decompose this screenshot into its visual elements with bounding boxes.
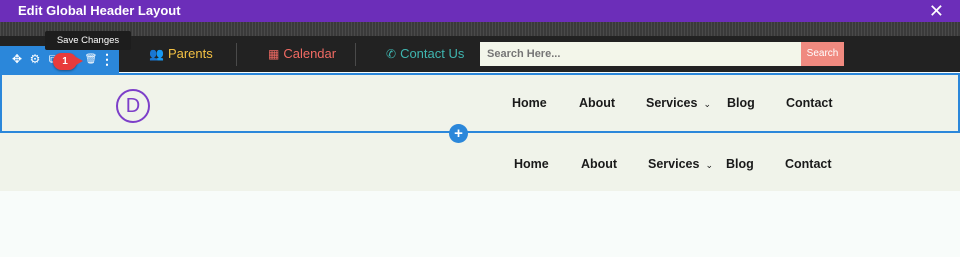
contact-us-link[interactable]: ✆ Contact Us	[386, 36, 464, 72]
nav-item-services-label: Services	[646, 96, 698, 110]
trash-icon[interactable]: 🗑	[84, 46, 98, 73]
nav-item-services-label: Services	[648, 157, 700, 171]
page-canvas	[0, 191, 960, 257]
nav-item-home[interactable]: Home	[512, 96, 547, 110]
nav-item-services[interactable]: Services ⌄	[646, 96, 711, 110]
modal-title: Edit Global Header Layout	[18, 3, 181, 18]
header-row-selected[interactable]: D Home About Services ⌄ Blog Contact	[0, 73, 960, 133]
search-input[interactable]	[480, 42, 801, 66]
calendar-icon: ▦	[268, 47, 280, 61]
close-icon[interactable]: ✕	[929, 0, 944, 22]
nav-item-about[interactable]: About	[581, 157, 617, 171]
nav-item-contact[interactable]: Contact	[786, 96, 833, 110]
nav-item-services[interactable]: Services ⌄	[648, 157, 713, 171]
nav-item-home[interactable]: Home	[514, 157, 549, 171]
users-icon: 👥	[149, 47, 164, 61]
nav-item-blog[interactable]: Blog	[727, 96, 755, 110]
gear-icon[interactable]: ⚙	[28, 46, 42, 73]
section-divider-stripe	[0, 22, 960, 36]
parents-link[interactable]: 👥 Parents	[149, 36, 213, 72]
nav-item-blog[interactable]: Blog	[726, 157, 754, 171]
move-icon[interactable]: ✥	[10, 46, 24, 73]
parents-link-label: Parents	[167, 46, 213, 61]
chevron-down-icon: ⌄	[705, 160, 713, 170]
topbar-separator	[236, 43, 237, 66]
header-row: Home About Services ⌄ Blog Contact	[0, 133, 960, 191]
modal-title-bar: Edit Global Header Layout ✕	[0, 0, 960, 22]
nav-item-about[interactable]: About	[579, 96, 615, 110]
divi-logo[interactable]: D	[116, 89, 150, 123]
nav-item-contact[interactable]: Contact	[785, 157, 832, 171]
search-button[interactable]: Search	[801, 42, 844, 66]
phone-icon: ✆	[386, 47, 397, 61]
topbar-separator	[355, 43, 356, 66]
chevron-down-icon: ⌄	[703, 99, 711, 109]
add-row-button[interactable]: +	[449, 124, 468, 143]
calendar-link[interactable]: ▦ Calendar	[268, 36, 336, 72]
save-changes-tooltip: Save Changes	[45, 31, 131, 50]
calendar-link-label: Calendar	[283, 46, 337, 61]
notification-badge[interactable]: 1	[53, 53, 83, 70]
more-icon[interactable]: ⋮	[100, 46, 114, 73]
contact-us-link-label: Contact Us	[400, 46, 465, 61]
